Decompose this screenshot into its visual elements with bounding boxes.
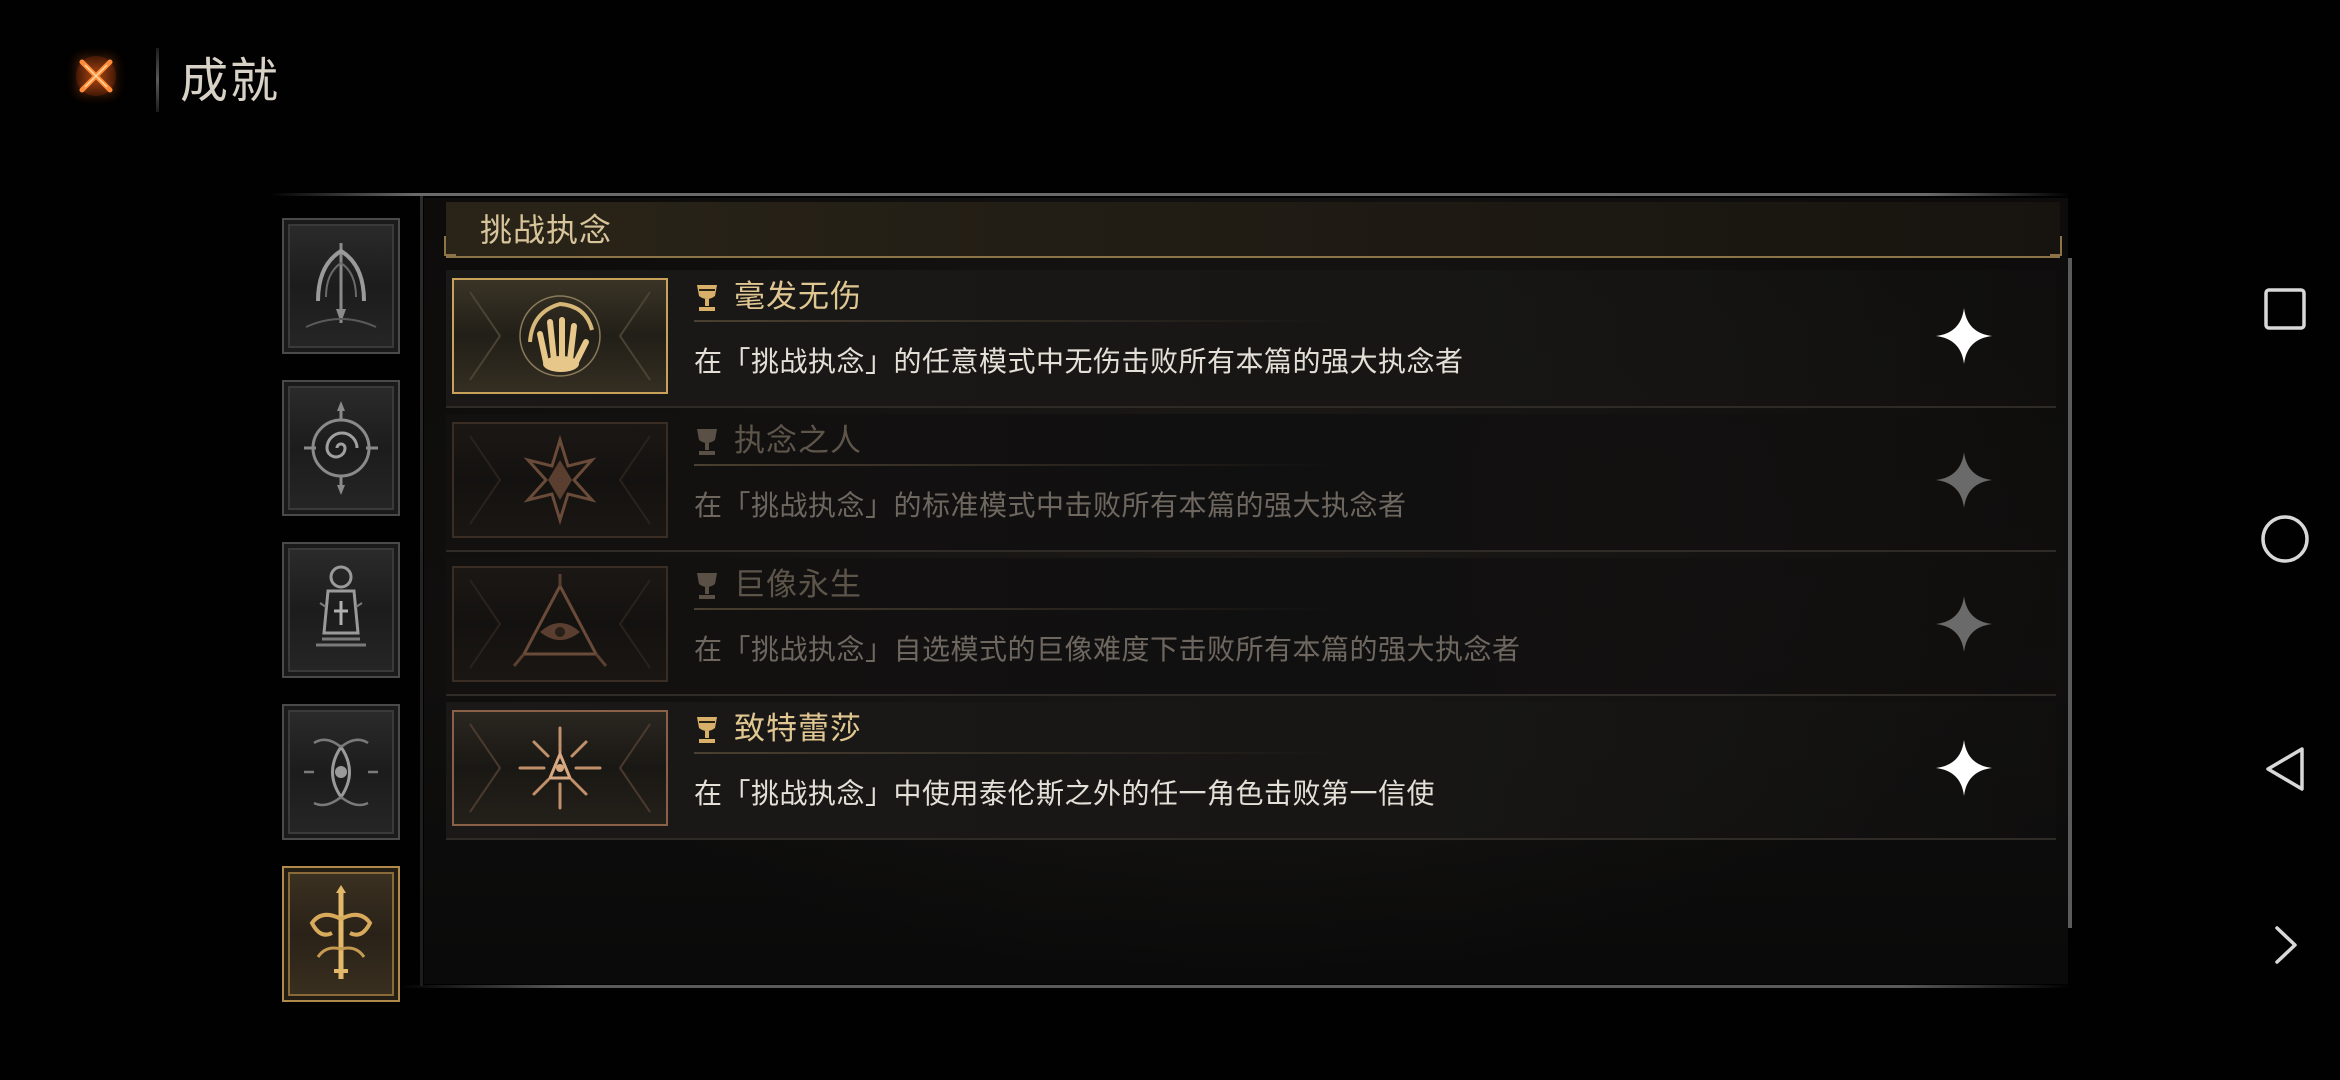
achievement-icon-frame [452,278,668,394]
back-button[interactable] [2250,734,2320,804]
achievement-icon-frame [452,710,668,826]
sparkle-star-icon [1936,596,1992,652]
home-button[interactable] [2250,504,2320,574]
spiral-compass-icon [304,401,378,495]
achievement-title-bar: 执念之人 [694,418,1334,466]
achievement-title-bar: 巨像永生 [694,562,1334,610]
triangle-back-icon [2266,747,2304,791]
achievement-row[interactable]: 致特蕾莎 在「挑战执念」中使用泰伦斯之外的任一角色击败第一信使 [446,702,2056,840]
sword-crest-icon [309,885,373,979]
system-nav-bar [2230,0,2340,1080]
achievement-description: 在「挑战执念」的标准模式中击败所有本篇的强大执念者 [694,489,1407,522]
frame-bottom-border [400,985,2070,988]
recents-button[interactable] [2250,274,2320,344]
achievement-name: 执念之人 [734,423,862,459]
sparkle-star-icon [1936,308,1992,364]
eye-sigil-icon [304,738,378,807]
category-tab-4[interactable] [282,704,400,840]
category-tab-3[interactable] [282,542,400,678]
lantern-shrine-icon [316,565,366,647]
trophy-icon [697,285,717,311]
achievement-name: 致特蕾莎 [734,711,862,747]
close-button[interactable] [68,48,124,104]
trophy-icon [697,573,717,599]
achievement-description: 在「挑战执念」的任意模式中无伤击败所有本篇的强大执念者 [694,345,1464,378]
circle-home-icon [2261,515,2309,563]
achievement-row[interactable]: 巨像永生 在「挑战执念」自选模式的巨像难度下击败所有本篇的强大执念者 [446,558,2056,696]
achievement-description: 在「挑战执念」自选模式的巨像难度下击败所有本篇的强大执念者 [694,633,1521,666]
category-tab-2[interactable] [282,380,400,516]
arch-emblem-icon [305,243,377,328]
sparkle-star-icon [1936,452,1992,508]
trophy-icon [697,717,717,743]
achievement-row[interactable]: 毫发无伤 在「挑战执念」的任意模式中无伤击败所有本篇的强大执念者 [446,270,2056,408]
achievement-icon-frame [452,566,668,682]
achievement-title-bar: 致特蕾莎 [694,706,1334,754]
section-header: 挑战执念 [444,202,2062,258]
trophy-icon [697,429,717,455]
list-scrollbar[interactable] [2068,258,2072,928]
square-recents-icon [2264,288,2306,330]
category-tab-5[interactable] [282,866,400,1002]
triangle-eye-icon [469,574,651,669]
more-button[interactable] [2250,910,2320,980]
page-title: 成就 [180,53,281,109]
achievement-name: 巨像永生 [734,567,862,603]
frame-top-border [270,193,2070,196]
section-title: 挑战执念 [480,211,613,249]
header-divider [156,48,159,112]
achievement-row[interactable]: 执念之人 在「挑战执念」的标准模式中击败所有本篇的强大执念者 [446,414,2056,552]
hand-swirl-icon [469,291,651,381]
achievement-icon-frame [452,422,668,538]
achievements-screen: 成就 挑战执念 毫发无伤 在「挑战执念」的任意模式中无伤击败所有本篇的强大执念者… [0,0,2340,1080]
achievement-name: 毫发无伤 [734,279,862,315]
achievement-title-bar: 毫发无伤 [694,274,1334,322]
category-tab-1[interactable] [282,218,400,354]
thorn-flower-icon [469,434,651,526]
sparkle-star-icon [1936,740,1992,796]
close-x-icon [76,56,116,96]
radiant-star-icon [469,723,651,813]
chevron-right-icon [2275,926,2297,964]
frame-left-border [420,196,423,986]
achievement-description: 在「挑战执念」中使用泰伦斯之外的任一角色击败第一信使 [694,777,1436,810]
